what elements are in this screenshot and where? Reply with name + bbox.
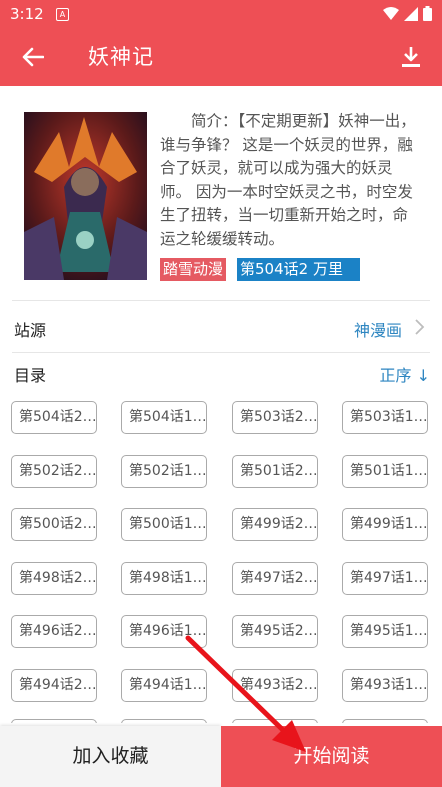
chapter-button[interactable]: 第500话1…	[121, 508, 207, 541]
status-bar: 3:12 A	[0, 0, 442, 28]
chapter-button[interactable]	[342, 719, 428, 723]
chapter-button[interactable]	[121, 719, 207, 723]
chapter-grid: 第504话2… 第504话1… 第503话2… 第503话1… 第502话2… …	[11, 401, 431, 723]
status-icons	[383, 6, 432, 21]
divider	[12, 352, 430, 353]
chapter-button[interactable]: 第498话1…	[121, 562, 207, 595]
chapter-button[interactable]: 第501话1…	[342, 455, 428, 488]
chapter-button[interactable]: 第499话2…	[232, 508, 318, 541]
chapter-button[interactable]: 第504话2…	[11, 401, 97, 434]
back-button[interactable]	[18, 42, 48, 72]
chapter-button[interactable]: 第500话2…	[11, 508, 97, 541]
chapter-button[interactable]: 第495话2…	[232, 615, 318, 648]
add-to-favorites-button[interactable]: 加入收藏	[0, 726, 221, 787]
chapter-button[interactable]: 第497话1…	[342, 562, 428, 595]
app-toolbar: 妖神记	[0, 28, 442, 86]
author-tag: 踏雪动漫	[160, 258, 227, 281]
chapter-button[interactable]: 第503话1…	[342, 401, 428, 434]
chapter-button[interactable]: 第493话1…	[342, 669, 428, 702]
start-reading-button[interactable]: 开始阅读	[221, 726, 442, 787]
cellular-signal-icon	[404, 6, 418, 21]
divider	[12, 300, 430, 301]
chapter-button[interactable]: 第499话1…	[342, 508, 428, 541]
chapter-button[interactable]	[11, 719, 97, 723]
download-button[interactable]	[396, 42, 426, 72]
comic-cover-image	[24, 112, 147, 280]
download-icon	[402, 47, 420, 67]
latest-chapter-tag[interactable]: 第504话2 万里	[237, 258, 360, 281]
chapter-button[interactable]: 第503话2…	[232, 401, 318, 434]
chapter-button[interactable]: 第502话2…	[11, 455, 97, 488]
chapter-button[interactable]: 第493话2…	[232, 669, 318, 702]
chapter-button[interactable]: 第504话1…	[121, 401, 207, 434]
status-time: 3:12	[10, 5, 44, 23]
chapter-button[interactable]: 第502话1…	[121, 455, 207, 488]
wifi-icon	[383, 6, 399, 20]
chapter-button[interactable]	[232, 719, 318, 723]
app-notification-icon: A	[56, 8, 69, 21]
chapter-button[interactable]: 第494话2…	[11, 669, 97, 702]
chapter-button[interactable]: 第495话1…	[342, 615, 428, 648]
bottom-action-bar: 加入收藏 开始阅读	[0, 726, 442, 787]
battery-icon	[423, 6, 432, 21]
chapter-button[interactable]: 第494话1…	[121, 669, 207, 702]
source-label: 站源	[14, 321, 47, 340]
chapter-button[interactable]: 第501话2…	[232, 455, 318, 488]
chevron-right-icon	[415, 319, 425, 335]
catalog-label: 目录	[14, 366, 47, 385]
chapter-button[interactable]: 第497话2…	[232, 562, 318, 595]
chapter-button[interactable]: 第496话1…	[121, 615, 207, 648]
chapter-button[interactable]: 第498话2…	[11, 562, 97, 595]
sort-order-toggle[interactable]: 正序 ↓	[380, 362, 431, 386]
page-title: 妖神记	[88, 45, 154, 69]
source-value[interactable]: 神漫画	[354, 317, 402, 341]
chapter-button[interactable]: 第496话2…	[11, 615, 97, 648]
arrow-left-icon	[22, 47, 44, 67]
comic-description: 简介：【不定期更新】妖神一出，谁与争锋？ 这是一个妖灵的世界，融合了妖灵，就可以…	[160, 112, 416, 248]
